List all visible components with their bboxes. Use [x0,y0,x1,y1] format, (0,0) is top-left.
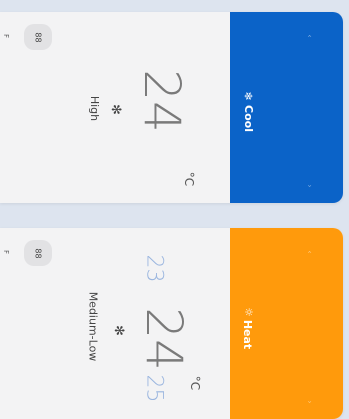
chip-button[interactable]: 88 [24,240,52,266]
f-label: F [2,33,11,39]
band-decoration: ‹ [305,250,314,254]
temperature-unit: °C [182,171,197,187]
fan-icon: ✻ [107,104,123,115]
f-label: F [2,249,11,255]
sun-icon: ☼ [242,307,255,317]
temperature-value: 24 [134,307,193,371]
temperature-value: 24 [132,69,191,133]
fan-icon: ✻ [110,325,126,336]
chip-text: 88 [33,247,43,259]
temperature-unit: °C [188,375,203,391]
mode-indicator: ☼ Heat [236,306,260,350]
chip-text: 88 [33,31,43,43]
mode-label: Cool [241,105,255,132]
ac-card-heat[interactable]: ‹ › ☼ Heat 23 24 25 °C ✻ Medium-Low 88 F [0,228,343,419]
snowflake-icon: ❄ [242,91,255,101]
upper-temp-option[interactable]: 25 [142,375,167,403]
ac-card-cool[interactable]: ‹ › ❄ Cool 24 °C ✻ High 88 F [0,12,343,203]
mode-label: Heat [241,319,255,350]
band-decoration: › [305,184,314,188]
fan-speed-label: Medium-Low [86,291,100,362]
fan-speed-label: High [88,95,102,122]
band-decoration: › [305,400,314,404]
mode-indicator: ❄ Cool [236,90,260,132]
chip-button[interactable]: 88 [24,24,52,50]
lower-temp-option[interactable]: 23 [142,255,167,283]
band-decoration: ‹ [305,34,314,38]
